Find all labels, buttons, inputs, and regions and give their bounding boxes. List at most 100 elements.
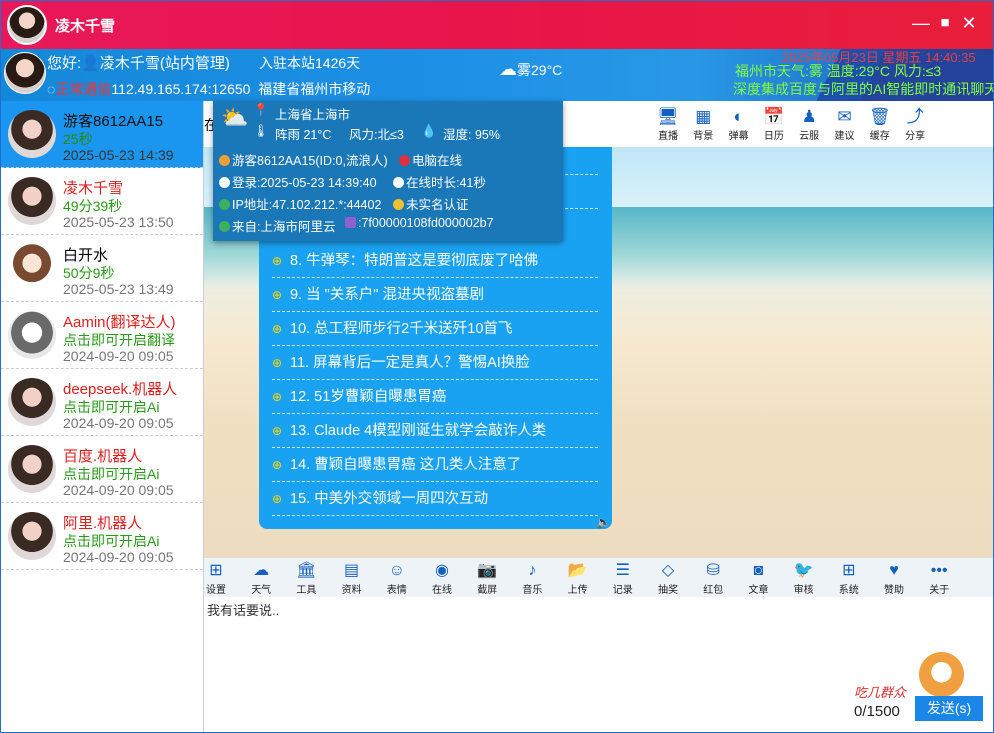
close-button[interactable]: ✕: [959, 13, 979, 33]
tool-红包[interactable]: ⛁ 红包: [696, 561, 730, 596]
globe-icon: [219, 199, 230, 210]
tool-工具[interactable]: 🏛 工具: [289, 561, 323, 596]
user-icon: 👤: [81, 55, 100, 72]
tool-qq[interactable]: ♟ 云服: [792, 107, 826, 142]
news-item[interactable]: 9. 当 "关系户" 混进央视盗墓剧: [272, 278, 598, 312]
user-item[interactable]: 游客8612AA15 25秒 2025-05-23 14:39: [1, 101, 203, 168]
tool-share[interactable]: ⤴ 分享: [898, 107, 932, 142]
tool-系统[interactable]: ⊞ 系统: [832, 561, 866, 596]
globe-icon: [219, 221, 230, 232]
user-item[interactable]: Aamin(翻译达人) 点击即可开启翻译 2024-09-20 09:05: [1, 302, 203, 369]
smile-icon: [393, 199, 404, 210]
tool-label: 系统: [838, 585, 859, 596]
tool-label: 背景: [693, 131, 714, 142]
shield-icon: [399, 155, 410, 166]
tool-mail[interactable]: ✉ 建议: [828, 107, 862, 142]
weather-icon: ⛅: [221, 105, 249, 130]
avatar: [8, 177, 56, 225]
tool-天气[interactable]: ☁ 天气: [244, 561, 278, 596]
tool-label: 赞助: [884, 585, 904, 596]
tool-calendar[interactable]: 📅 日历: [757, 107, 791, 142]
tool-label: 日历: [763, 131, 784, 142]
tool-设置[interactable]: ⊞ 设置: [199, 561, 233, 596]
monitor-icon: 🖥: [657, 107, 679, 126]
tool-label: 审核: [793, 585, 814, 596]
news-item[interactable]: 8. 牛弹琴：特朗普这是要彻底废了哈佛: [272, 244, 598, 278]
tool-label: 直播: [658, 131, 678, 142]
cloud-icon: ☁: [499, 59, 517, 79]
tool-记录[interactable]: ☰ 记录: [606, 561, 640, 596]
tool-trash[interactable]: 🗑 缓存: [863, 107, 897, 142]
tool-审核[interactable]: 🐦 审核: [787, 561, 821, 596]
tool-在线[interactable]: ◉ 在线: [425, 561, 459, 596]
user-item[interactable]: 白开水 50分9秒 2025-05-23 13:49: [1, 235, 203, 302]
news-item[interactable]: 12. 51岁曹颖自曝患胃癌: [272, 380, 598, 414]
news-item[interactable]: 13. Claude 4模型刚诞生就学会敲诈人类: [272, 414, 598, 448]
message-input-area[interactable]: 我有话要说.. 吃几群众 0/1500 发送(s): [204, 597, 993, 732]
tool-toggle[interactable]: ◐ 弹幕: [722, 107, 756, 142]
current-user[interactable]: 凌木千雪(站内管理): [100, 55, 230, 72]
folder-icon: 📂: [567, 562, 588, 579]
avatar: [8, 244, 56, 292]
marquee-text: 深度集成百度与阿里的AI智能即时通讯聊天室: [733, 81, 993, 97]
popup-ip: IP地址:47.102.212.*:44402: [219, 194, 381, 213]
tool-截屏[interactable]: 📷 截屏: [470, 561, 504, 596]
tool-关于[interactable]: ••• 关于: [922, 561, 956, 596]
pin-icon: 📍: [253, 103, 269, 117]
info-bar: 您好:👤凌木千雪(站内管理) 入驻本站1426天 ◌正常通信112.49.165…: [1, 49, 993, 101]
user-item[interactable]: 凌木千雪 49分39秒 2025-05-23 13:50: [1, 168, 203, 235]
message-placeholder[interactable]: 我有话要说..: [207, 600, 279, 619]
tool-label: 弹幕: [728, 131, 749, 142]
tool-音乐[interactable]: ♪ 音乐: [515, 561, 549, 596]
greeting: 您好:👤凌木千雪(站内管理): [47, 55, 230, 72]
brand-logo: 吃几群众: [854, 685, 907, 700]
tool-label: 建议: [834, 131, 855, 142]
news-item[interactable]: 14. 曹颖自曝患胃癌 这几类人注意了: [272, 448, 598, 482]
user-avatar[interactable]: [7, 5, 47, 45]
avatar: [8, 512, 56, 560]
user-item[interactable]: deepseek.机器人 点击即可开启Ai 2024-09-20 09:05: [1, 369, 203, 436]
heart-icon: ♥: [889, 562, 899, 579]
tool-文章[interactable]: ◙ 文章: [741, 561, 775, 596]
profile-avatar[interactable]: [4, 52, 46, 94]
share-icon: ⤴: [906, 107, 924, 126]
tool-grid[interactable]: ▦ 背景: [686, 107, 720, 142]
mail-icon: ✉: [837, 107, 852, 126]
tool-label: 工具: [296, 585, 317, 596]
news-item[interactable]: 10. 总工程师步行2千米送歼10首飞: [272, 312, 598, 346]
tool-抽奖[interactable]: ◇ 抽奖: [651, 561, 685, 596]
user-item[interactable]: 阿里.机器人 点击即可开启Ai 2024-09-20 09:05: [1, 503, 203, 570]
tool-上传[interactable]: 📂 上传: [561, 561, 595, 596]
tool-label: 截屏: [477, 585, 498, 596]
popup-online: 在线时长:41秒: [393, 172, 486, 191]
toggle-icon: ◐: [733, 107, 744, 126]
tool-资料[interactable]: ▤ 资料: [335, 561, 369, 596]
weather-widget[interactable]: ☁雾29°C: [499, 59, 562, 80]
title-bar: 凌木千雪 — ■ ✕: [1, 1, 993, 49]
droplet-icon: 💧: [421, 124, 437, 138]
speaker-icon[interactable]: 🔈: [596, 515, 611, 529]
id-icon: [345, 217, 356, 228]
avatar: [8, 445, 56, 493]
news-item[interactable]: 11. 屏幕背后一定是真人？警惕AI换脸: [272, 346, 598, 380]
bottom-toolbar: ⊞ 设置 ☁ 天气 🏛 工具 ▤ 资料 ☺ 表情 ◉ 在线 📷 截屏 ♪ 音乐 📂 上传 ☰ 记录 ◇ 抽奖 ⛁ 红包 ◙ 文章 🐦…: [204, 557, 993, 597]
maximize-button[interactable]: ■: [935, 13, 955, 33]
user-item[interactable]: 百度.机器人 点击即可开启Ai 2024-09-20 09:05: [1, 436, 203, 503]
tool-label: 设置: [206, 585, 226, 596]
send-button[interactable]: 发送(s): [915, 696, 983, 721]
tool-label: 上传: [567, 585, 588, 596]
user-circle-icon: ◉: [435, 562, 449, 579]
grid-icon: ▦: [695, 107, 712, 126]
tool-monitor[interactable]: 🖥 直播: [651, 107, 685, 142]
camera-icon: 📷: [477, 562, 498, 579]
avatar: [8, 378, 56, 426]
tool-label: 分享: [905, 131, 926, 142]
tool-赞助[interactable]: ♥ 赞助: [877, 561, 911, 596]
news-item[interactable]: 15. 中美外交领域一周四次互动: [272, 482, 598, 516]
status-text: 正常通信: [55, 81, 112, 97]
tool-表情[interactable]: ☺ 表情: [380, 561, 414, 596]
diamond-icon: ◇: [661, 562, 675, 579]
minimize-button[interactable]: —: [911, 13, 931, 33]
popup-city: 上海省上海市: [275, 108, 351, 122]
windows-logo-icon: ⊞: [842, 562, 856, 579]
